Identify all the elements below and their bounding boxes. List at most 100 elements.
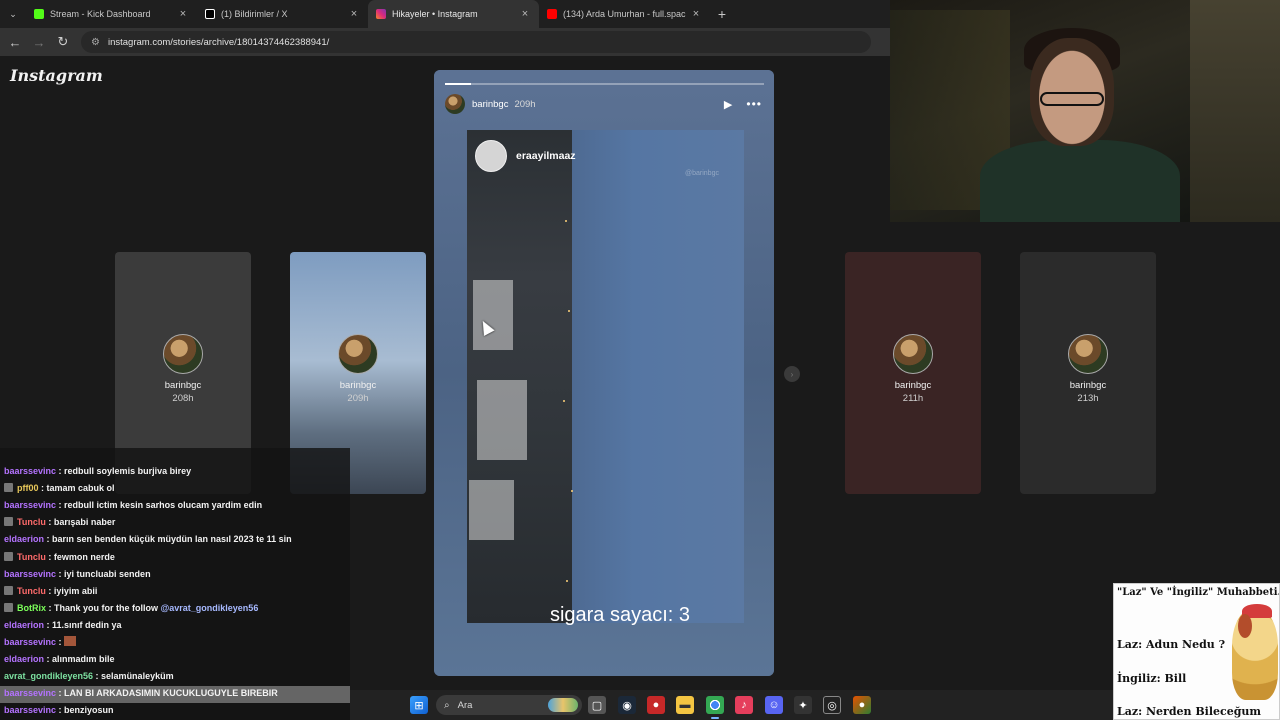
side-story-card[interactable]: barinbgc 213h <box>1020 252 1156 494</box>
chat-emote-icon <box>64 636 77 646</box>
story-header: barinbgc 209h ▶ ••• <box>445 94 762 114</box>
light <box>568 310 570 312</box>
chat-username[interactable]: baarssevinc <box>4 637 56 647</box>
close-tab-icon[interactable]: × <box>177 8 189 20</box>
city-buildings <box>467 130 572 623</box>
meme-line: Laz: Nerden Bileceğum <box>1117 705 1262 718</box>
steam-icon[interactable]: ◉ <box>618 696 636 714</box>
tab-title: Stream - Kick Dashboard <box>50 9 151 19</box>
close-tab-icon[interactable]: × <box>519 8 531 20</box>
chat-message: eldaerion : alınmadım bile <box>4 651 115 668</box>
chat-message: Tunclu : iyiyim abii <box>4 583 97 600</box>
story-username: barinbgc <box>894 380 932 391</box>
story-username[interactable]: barinbgc <box>472 99 508 110</box>
discord-icon[interactable]: ☺ <box>765 696 783 714</box>
forward-arrow-icon[interactable]: → <box>27 30 51 54</box>
story-time: 211h <box>902 393 924 404</box>
story-photo: eraayilmaaz @barinbgc <box>467 130 744 623</box>
story-username: barinbgc <box>164 380 202 391</box>
meme-line: İngiliz: Bill <box>1117 672 1187 685</box>
chat-username[interactable]: avrat_gondikleyen56 <box>4 671 93 681</box>
chat-text: : selamünaleyküm <box>93 671 174 682</box>
story-time: 213h <box>1077 393 1099 404</box>
chat-text: : <box>56 637 65 647</box>
chat-username[interactable]: baarssevinc <box>4 688 56 698</box>
streamer-body <box>980 140 1180 222</box>
task-view-icon[interactable]: ▢ <box>588 696 606 714</box>
play-icon[interactable]: ▶ <box>724 98 732 111</box>
chat-badge-icon <box>4 602 13 612</box>
close-tab-icon[interactable]: × <box>348 8 360 20</box>
chat-message: avrat_gondikleyen56 : selamünaleyküm <box>4 668 174 685</box>
chat-text: : redbull ictim kesin sarhos olucam yard… <box>56 500 263 511</box>
app-orange-icon[interactable]: ● <box>853 696 871 714</box>
chat-username[interactable]: Tunclu <box>17 586 46 596</box>
search-placeholder: Ara <box>457 699 473 711</box>
chat-username[interactable]: Tunclu <box>17 552 46 562</box>
chat-message: baarssevinc : <box>4 634 77 651</box>
app-red-icon[interactable]: ● <box>647 696 665 714</box>
chat-message: BotRix : Thank you for the follow @avrat… <box>4 600 258 617</box>
chat-badge-icon <box>4 585 13 595</box>
light <box>571 490 573 492</box>
chat-username[interactable]: baarssevinc <box>4 569 56 579</box>
chat-message: Tunclu : fewmon nerde <box>4 549 115 566</box>
app-settings-icon[interactable]: ✦ <box>794 696 812 714</box>
chat-text: : barın sen benden küçük müydün lan nası… <box>44 534 292 545</box>
chat-username[interactable]: Tunclu <box>17 517 46 527</box>
tagged-user[interactable]: eraayilmaaz <box>475 140 576 172</box>
cartoon-dog <box>1232 604 1278 700</box>
story-progress-fill <box>445 83 471 85</box>
story-progress-bar <box>445 83 764 85</box>
close-tab-icon[interactable]: × <box>690 8 702 20</box>
tab-instagram-stories[interactable]: Hikayeler • Instagram × <box>368 0 539 28</box>
chat-username[interactable]: eldaerion <box>4 654 44 664</box>
chair <box>1190 0 1280 222</box>
tab-youtube[interactable]: (134) Arda Umurhan - full.spac × <box>539 0 710 28</box>
active-story[interactable]: barinbgc 209h ▶ ••• eraayilmaaz @barinbg… <box>434 70 774 676</box>
chat-text: : Thank you for the follow <box>46 602 161 613</box>
chrome-icon[interactable] <box>706 696 724 714</box>
stream-chat-overlay: baarssevinc : redbull soylemis burjiva b… <box>0 448 350 720</box>
story-time: 208h <box>172 393 194 404</box>
back-arrow-icon[interactable]: ← <box>3 30 27 54</box>
chat-username[interactable]: baarssevinc <box>4 500 56 510</box>
avatar <box>893 334 933 374</box>
chat-username[interactable]: eldaerion <box>4 620 44 630</box>
youtube-favicon-icon <box>547 9 557 19</box>
chat-text: : 11.sınıf dedin ya <box>44 619 122 630</box>
music-icon[interactable]: ♪ <box>735 696 753 714</box>
chat-message: pff00 : tamam cabuk ol <box>4 480 115 497</box>
windows-start-icon[interactable]: ⊞ <box>410 696 428 714</box>
chat-username[interactable]: baarssevinc <box>4 705 56 715</box>
chat-username[interactable]: baarssevinc <box>4 466 56 476</box>
tab-search-chevron-icon[interactable]: ⌄ <box>0 0 26 28</box>
next-story-chevron-icon[interactable]: › <box>784 366 800 382</box>
new-tab-plus-icon[interactable]: + <box>710 6 734 22</box>
x-favicon-icon <box>205 9 215 19</box>
chat-mention[interactable]: @avrat_gondikleyen56 <box>161 603 259 613</box>
tab-kick-dashboard[interactable]: Stream - Kick Dashboard × <box>26 0 197 28</box>
chat-message: eldaerion : 11.sınıf dedin ya <box>4 617 122 634</box>
tab-x-notifications[interactable]: (1) Bildirimler / X × <box>197 0 368 28</box>
chat-text: : iyiyim abii <box>45 585 98 596</box>
instagram-logo[interactable]: Instagram <box>10 66 103 85</box>
meme-line: Laz: Adun Nedu ? <box>1117 638 1226 651</box>
reload-icon[interactable]: ↻ <box>51 30 75 54</box>
chat-username[interactable]: eldaerion <box>4 534 44 544</box>
address-bar[interactable]: ⚙ instagram.com/stories/archive/18014374… <box>81 31 871 53</box>
site-settings-icon[interactable]: ⚙ <box>91 37 100 48</box>
chat-text: : alınmadım bile <box>44 654 115 665</box>
search-highlight-image <box>548 698 578 712</box>
obs-icon[interactable]: ◎ <box>823 696 841 714</box>
ear <box>1238 614 1252 638</box>
chat-username[interactable]: BotRix <box>17 603 46 613</box>
tab-title: Hikayeler • Instagram <box>392 9 478 19</box>
taskbar-search[interactable]: ⌕ Ara <box>436 695 582 715</box>
more-options-icon[interactable]: ••• <box>746 97 762 111</box>
chat-message: baarssevinc : benziyosun <box>4 702 114 719</box>
file-explorer-icon[interactable]: ▬ <box>676 696 694 714</box>
avatar[interactable] <box>445 94 465 114</box>
chat-username[interactable]: pff00 <box>17 483 39 493</box>
side-story-card[interactable]: barinbgc 211h <box>845 252 981 494</box>
